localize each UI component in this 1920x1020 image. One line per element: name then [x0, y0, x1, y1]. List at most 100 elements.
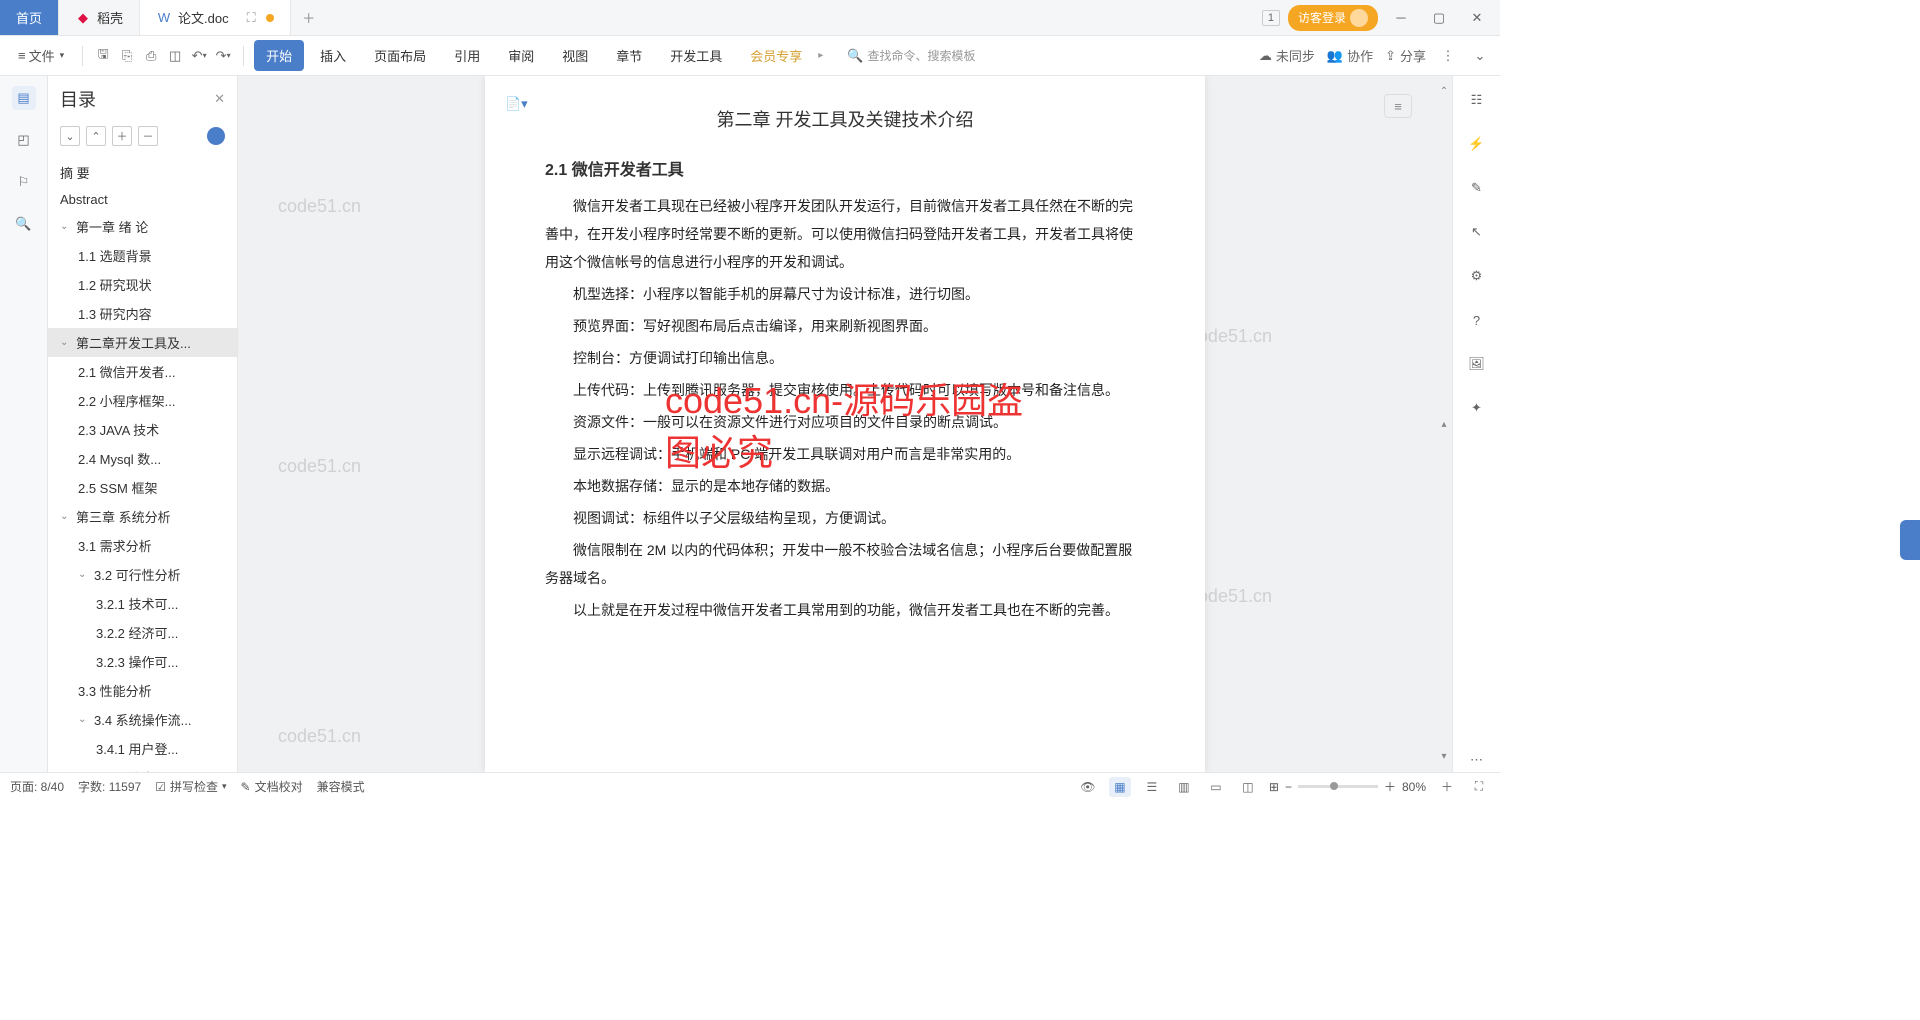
- pen-icon[interactable]: ✎: [1465, 176, 1489, 200]
- page-tool-icon[interactable]: 📄▾: [505, 96, 528, 112]
- help-icon[interactable]: ?: [1465, 308, 1489, 332]
- zoom-slider[interactable]: [1298, 785, 1378, 788]
- spellcheck-button[interactable]: ☑拼写检查▾: [155, 778, 226, 795]
- search-input[interactable]: 🔍 查找命令、搜索模板: [847, 47, 975, 64]
- compat-mode[interactable]: 兼容模式: [317, 778, 365, 795]
- outline-item[interactable]: 2.5 SSM 框架: [48, 473, 237, 502]
- outline-item[interactable]: 2.3 JAVA 技术: [48, 415, 237, 444]
- minimize-button[interactable]: ─: [1386, 3, 1416, 33]
- fullscreen-icon[interactable]: ⛶: [1468, 777, 1490, 797]
- outline-item[interactable]: ⌄3.2 可行性分析: [48, 560, 237, 589]
- print-icon[interactable]: ⎙: [141, 46, 161, 66]
- outline-icon[interactable]: ▤: [12, 86, 36, 110]
- read-view-icon[interactable]: ▭: [1205, 777, 1227, 797]
- document-area[interactable]: code51.cn code51.cn code51.cn code51.cn …: [238, 76, 1452, 772]
- clipboard-icon[interactable]: ◰: [12, 128, 36, 152]
- outline-item[interactable]: ⌄第一章 绪 论: [48, 212, 237, 241]
- ribbon-vip[interactable]: 会员专享: [738, 40, 814, 71]
- outline-item[interactable]: Abstract: [48, 187, 237, 212]
- more-tools-icon[interactable]: ⋯: [1465, 748, 1489, 772]
- collapse-all-icon[interactable]: ⌄: [60, 126, 80, 146]
- export-icon[interactable]: ⎘: [117, 46, 137, 66]
- zoom-out-icon[interactable]: −: [1285, 780, 1292, 794]
- compass-icon[interactable]: ✦: [1465, 396, 1489, 420]
- outline-item[interactable]: 2.1 微信开发者...: [48, 357, 237, 386]
- undo-icon[interactable]: ↶▾: [189, 46, 209, 66]
- tab-document[interactable]: W 论文.doc ⛶: [140, 0, 291, 35]
- share-button[interactable]: ⇪分享: [1385, 46, 1426, 65]
- outline-item[interactable]: ⌄第三章 系统分析: [48, 502, 237, 531]
- maximize-button[interactable]: ▢: [1424, 3, 1454, 33]
- save-icon[interactable]: 🖫: [93, 46, 113, 66]
- more-icon[interactable]: ⋮: [1438, 46, 1458, 66]
- ribbon-view[interactable]: 视图: [550, 40, 600, 71]
- outline-item[interactable]: 3.4.2 信息添...: [48, 763, 237, 772]
- proofread-button[interactable]: ✎文档校对: [241, 778, 303, 795]
- outline-item[interactable]: 1.3 研究内容: [48, 299, 237, 328]
- tab-add[interactable]: ＋: [291, 0, 327, 35]
- expand-all-icon[interactable]: ⌃: [86, 126, 106, 146]
- screen-icon[interactable]: ⛶: [247, 10, 256, 26]
- web-view-icon[interactable]: ▥: [1173, 777, 1195, 797]
- vertical-scrollbar[interactable]: ⌃ ▴ ▾: [1436, 76, 1452, 772]
- outline-close-icon[interactable]: ✕: [214, 91, 225, 107]
- find-icon[interactable]: 🔍: [12, 212, 36, 236]
- add-heading-icon[interactable]: ＋: [112, 126, 132, 146]
- menu-button[interactable]: ≡ 文件▾: [10, 42, 72, 69]
- ribbon-reference[interactable]: 引用: [442, 40, 492, 71]
- ribbon-start[interactable]: 开始: [254, 40, 304, 71]
- ribbon-review[interactable]: 审阅: [496, 40, 546, 71]
- sync-button[interactable]: ☁未同步: [1259, 46, 1315, 65]
- outline-item[interactable]: 1.1 选题背景: [48, 241, 237, 270]
- ribbon-section[interactable]: 章节: [604, 40, 654, 71]
- panel-toggle-icon[interactable]: ≡: [1384, 94, 1412, 118]
- scroll-down-icon[interactable]: ▾: [1441, 751, 1446, 762]
- image-icon[interactable]: 🖼: [1465, 352, 1489, 376]
- preview-icon[interactable]: ◫: [165, 46, 185, 66]
- outline-item[interactable]: 3.1 需求分析: [48, 531, 237, 560]
- layers-icon[interactable]: ☷: [1465, 88, 1489, 112]
- outline-list[interactable]: 摘 要Abstract⌄第一章 绪 论1.1 选题背景1.2 研究现状1.3 研…: [48, 154, 237, 772]
- outline-badge-icon[interactable]: [207, 127, 225, 145]
- outline-view-icon[interactable]: ☰: [1141, 777, 1163, 797]
- zoom-in-icon[interactable]: ＋: [1384, 778, 1396, 795]
- outline-item[interactable]: 3.2.2 经济可...: [48, 618, 237, 647]
- outline-item[interactable]: 2.2 小程序框架...: [48, 386, 237, 415]
- page-indicator[interactable]: 页面: 8/40: [10, 778, 64, 795]
- outline-item[interactable]: 3.2.3 操作可...: [48, 647, 237, 676]
- window-count-badge[interactable]: 1: [1262, 10, 1280, 26]
- zoom-level[interactable]: 80%: [1402, 780, 1426, 794]
- outline-item[interactable]: 3.2.1 技术可...: [48, 589, 237, 618]
- bookmark-icon[interactable]: ⚐: [12, 170, 36, 194]
- styles-icon[interactable]: ⚡: [1465, 132, 1489, 156]
- zoom-fit-icon[interactable]: ⊞: [1269, 780, 1279, 794]
- tab-home[interactable]: 首页: [0, 0, 59, 35]
- ribbon-insert[interactable]: 插入: [308, 40, 358, 71]
- outline-item[interactable]: 1.2 研究现状: [48, 270, 237, 299]
- redo-icon[interactable]: ↷▾: [213, 46, 233, 66]
- outline-item[interactable]: 3.3 性能分析: [48, 676, 237, 705]
- login-button[interactable]: 访客登录: [1288, 5, 1378, 31]
- scroll-top-icon[interactable]: ⌃: [1440, 86, 1448, 97]
- tab-daoke[interactable]: ◆ 稻壳: [59, 0, 140, 35]
- scroll-up-icon[interactable]: ▴: [1441, 419, 1446, 430]
- cursor-icon[interactable]: ↖: [1465, 220, 1489, 244]
- zoom-control[interactable]: ⊞ − ＋ 80%: [1269, 778, 1426, 795]
- outline-item[interactable]: 3.4.1 用户登...: [48, 734, 237, 763]
- settings-icon[interactable]: ⚙: [1465, 264, 1489, 288]
- focus-view-icon[interactable]: 👁: [1077, 777, 1099, 797]
- word-count[interactable]: 字数: 11597: [78, 778, 141, 795]
- collapse-icon[interactable]: ⌄: [1470, 46, 1490, 66]
- add-view-icon[interactable]: ＋: [1436, 777, 1458, 797]
- remove-heading-icon[interactable]: －: [138, 126, 158, 146]
- ribbon-layout[interactable]: 页面布局: [362, 40, 438, 71]
- collab-button[interactable]: 👥协作: [1327, 46, 1373, 65]
- outline-item[interactable]: ⌄3.4 系统操作流...: [48, 705, 237, 734]
- page-view-icon[interactable]: ▦: [1109, 777, 1131, 797]
- split-view-icon[interactable]: ◫: [1237, 777, 1259, 797]
- outline-item[interactable]: ⌄第二章开发工具及...: [48, 328, 237, 357]
- ribbon-devtools[interactable]: 开发工具: [658, 40, 734, 71]
- side-handle[interactable]: [1900, 520, 1920, 560]
- outline-item[interactable]: 2.4 Mysql 数...: [48, 444, 237, 473]
- close-button[interactable]: ✕: [1462, 3, 1492, 33]
